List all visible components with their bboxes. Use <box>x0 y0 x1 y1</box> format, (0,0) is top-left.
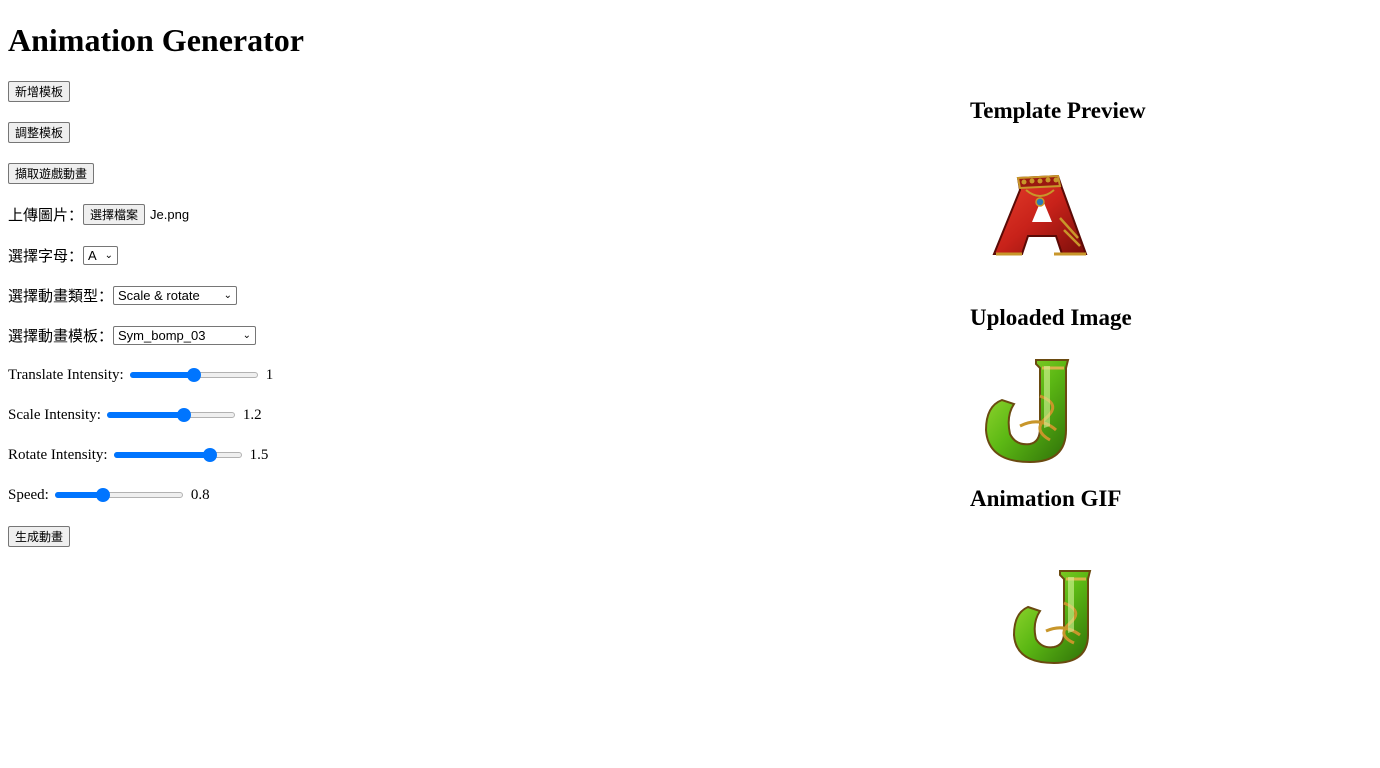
rotate-intensity-value: 1.5 <box>249 446 269 463</box>
uploaded-image-heading: Uploaded Image <box>970 305 1132 330</box>
uploaded-filename: Je.png <box>150 206 190 222</box>
add-template-button[interactable]: 新增模板 <box>8 80 71 102</box>
translate-intensity-row: Translate Intensity: 1 <box>8 364 273 386</box>
anim-template-select-value: Sym_bomp_03 <box>118 327 206 343</box>
anim-template-row: 選擇動畫模板： Sym_bomp_03 ⌄ <box>8 324 257 346</box>
speed-label: Speed: <box>8 486 49 503</box>
adjust-template-button[interactable]: 調整模板 <box>8 121 71 143</box>
rotate-intensity-label: Rotate Intensity: <box>8 446 108 463</box>
scale-intensity-label: Scale Intensity: <box>8 406 101 423</box>
generate-animation-button[interactable]: 生成動畫 <box>8 525 71 547</box>
capture-animation-row: 擷取遊戲動畫 <box>8 162 95 184</box>
speed-slider[interactable] <box>54 487 183 503</box>
choose-file-button[interactable]: 選擇檔案 <box>83 203 146 225</box>
rotate-intensity-slider[interactable] <box>113 447 242 463</box>
upload-row: 上傳圖片： 選擇檔案 Je.png <box>8 203 189 225</box>
slider-thumb[interactable] <box>176 408 191 422</box>
letter-select[interactable]: A ⌄ <box>83 245 119 265</box>
letter-j-green-icon <box>984 359 1070 464</box>
anim-type-row: 選擇動畫類型： Scale & rotate ⌄ <box>8 284 238 306</box>
capture-animation-button[interactable]: 擷取遊戲動畫 <box>8 162 95 184</box>
translate-intensity-slider[interactable] <box>129 367 258 383</box>
upload-label: 上傳圖片： <box>8 205 84 224</box>
add-template-row: 新增模板 <box>8 80 71 102</box>
letter-a-red-icon <box>992 174 1088 256</box>
page-title: Animation Generator <box>8 22 304 58</box>
anim-template-label: 選擇動畫模板： <box>8 326 114 345</box>
translate-intensity-value: 1 <box>265 366 274 383</box>
slider-thumb[interactable] <box>186 368 201 382</box>
animation-gif-image <box>1008 567 1098 667</box>
animation-gif-heading: Animation GIF <box>970 486 1122 511</box>
page: Animation Generator 新增模板 調整模板 擷取遊戲動畫 上傳圖… <box>0 0 1380 768</box>
generate-row: 生成動畫 <box>8 525 71 547</box>
chevron-down-icon: ⌄ <box>223 289 233 301</box>
template-preview-heading: Template Preview <box>970 98 1146 123</box>
letter-select-value: A <box>88 247 97 263</box>
slider-thumb[interactable] <box>202 448 217 462</box>
translate-intensity-label: Translate Intensity: <box>8 366 124 383</box>
letter-row: 選擇字母： A ⌄ <box>8 244 119 266</box>
anim-type-select[interactable]: Scale & rotate ⌄ <box>113 285 238 305</box>
letter-label: 選擇字母： <box>8 246 84 265</box>
scale-intensity-row: Scale Intensity: 1.2 <box>8 404 262 426</box>
chevron-down-icon: ⌄ <box>242 329 252 341</box>
chevron-down-icon: ⌄ <box>104 249 114 261</box>
anim-type-label: 選擇動畫類型： <box>8 286 114 305</box>
uploaded-image <box>980 356 1076 466</box>
anim-type-select-value: Scale & rotate <box>118 287 200 303</box>
adjust-template-row: 調整模板 <box>8 121 71 143</box>
slider-fill <box>106 412 184 418</box>
slider-thumb[interactable] <box>96 488 111 502</box>
template-preview-image <box>990 168 1090 260</box>
letter-j-green-icon <box>1012 570 1092 665</box>
scale-intensity-slider[interactable] <box>106 407 235 423</box>
anim-template-select[interactable]: Sym_bomp_03 ⌄ <box>113 325 257 345</box>
scale-intensity-value: 1.2 <box>242 406 262 423</box>
slider-fill <box>129 372 194 378</box>
speed-value: 0.8 <box>190 486 210 503</box>
rotate-intensity-row: Rotate Intensity: 1.5 <box>8 444 268 466</box>
slider-fill <box>113 452 210 458</box>
speed-row: Speed: 0.8 <box>8 484 210 506</box>
